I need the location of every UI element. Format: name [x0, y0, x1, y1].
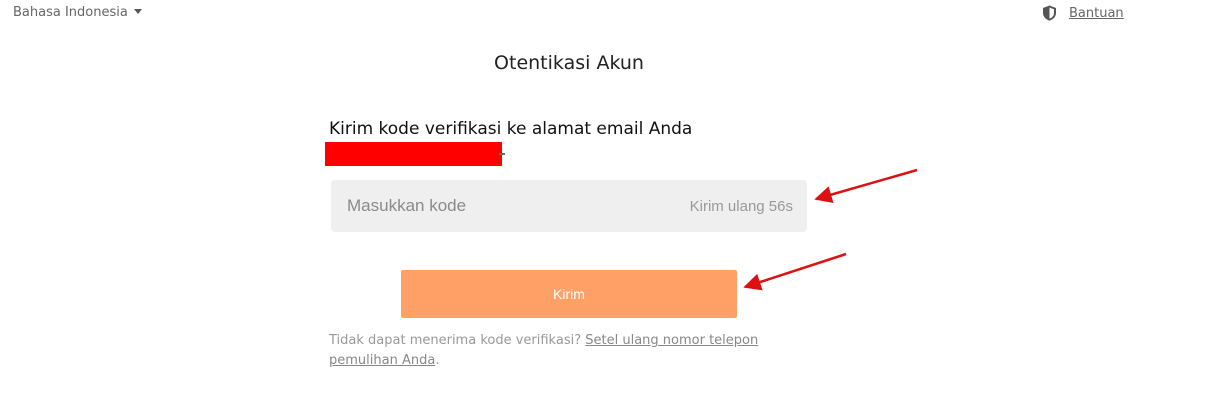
- verification-code-field: Kirim ulang 56s: [331, 180, 807, 232]
- footer-note-text: Tidak dapat menerima kode verifikasi?: [329, 333, 582, 348]
- language-selector[interactable]: Bahasa Indonesia: [13, 5, 142, 20]
- verification-code-input[interactable]: [345, 195, 690, 217]
- annotation-arrow-submit-button: [743, 252, 847, 291]
- resend-code-countdown[interactable]: Kirim ulang 56s: [690, 198, 793, 215]
- language-label: Bahasa Indonesia: [13, 5, 128, 20]
- footer-note-period: .: [435, 353, 440, 368]
- redacted-email: [325, 142, 502, 166]
- annotation-arrow-code-field: [814, 168, 918, 204]
- shield-icon: [1043, 5, 1056, 21]
- page-title: Otentikasi Akun: [494, 52, 644, 74]
- email-text-fragment: [499, 153, 505, 155]
- help-link[interactable]: Bantuan: [1042, 5, 1124, 21]
- footer-note: Tidak dapat menerima kode verifikasi? Se…: [329, 331, 769, 371]
- instruction-text: Kirim kode verifikasi ke alamat email An…: [329, 119, 693, 139]
- submit-button[interactable]: Kirim: [401, 270, 737, 318]
- caret-down-icon: [133, 8, 142, 14]
- otp-verification-page: Bahasa Indonesia Bantuan Otentikasi Akun…: [0, 0, 1214, 397]
- help-label: Bantuan: [1069, 5, 1124, 21]
